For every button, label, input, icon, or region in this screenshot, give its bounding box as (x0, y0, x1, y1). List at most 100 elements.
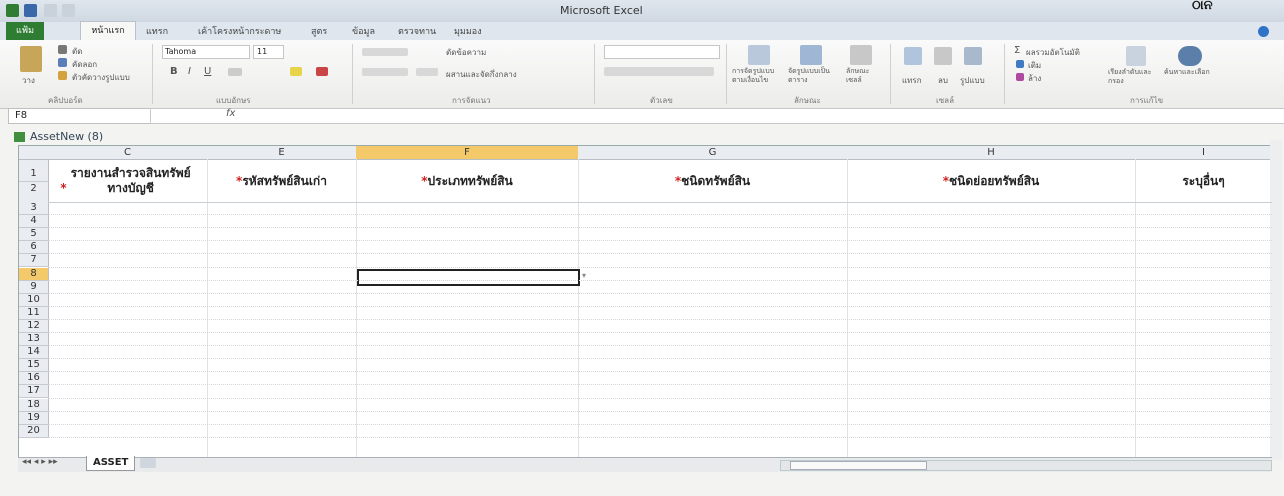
sort-filter-button[interactable]: เรียงลำดับและกรอง (1108, 68, 1158, 86)
header-cell-f[interactable]: * ประเภททรัพย์สิน (356, 160, 578, 202)
row-header-19[interactable]: 19 (19, 411, 49, 425)
row-header-14[interactable]: 14 (19, 346, 49, 360)
row-header-1[interactable]: 1 (19, 160, 49, 182)
font-size-select[interactable]: 11 (253, 45, 284, 59)
tab-insert[interactable]: แทรก (146, 24, 168, 38)
column-header-f[interactable]: F (356, 146, 579, 160)
row-header-15[interactable]: 15 (19, 359, 49, 373)
borders-icon[interactable] (228, 68, 242, 76)
column-header-e[interactable]: E (207, 146, 357, 160)
font-color-icon[interactable] (316, 67, 328, 76)
fill-color-icon[interactable] (290, 67, 302, 76)
paste-button[interactable]: วาง (22, 74, 35, 87)
clear-icon[interactable] (1016, 73, 1024, 81)
header-cell-c[interactable]: *รายงานสำรวจสินทรัพย์ทางบัญชี (48, 160, 207, 202)
insert-cells-button[interactable]: แทรก (902, 74, 922, 87)
tab-page-layout[interactable]: เค้าโครงหน้ากระดาษ (198, 24, 281, 38)
sheet-nav-arrows-icon[interactable]: ◂◂ ◂ ▸ ▸▸ (22, 457, 58, 467)
row-header-9[interactable]: 9 (19, 280, 49, 294)
find-select-icon[interactable] (1178, 46, 1202, 66)
copy-button[interactable]: คัดลอก (72, 58, 97, 71)
redo-icon[interactable] (62, 4, 75, 17)
row-header-10[interactable]: 10 (19, 293, 49, 307)
number-buttons-icon[interactable] (604, 67, 714, 76)
header-cell-g[interactable]: * ชนิดทรัพย์สิน (578, 160, 847, 202)
tab-view[interactable]: มุมมอง (454, 24, 482, 38)
format-cells-button[interactable]: รูปแบบ (960, 74, 985, 87)
header-cell-h[interactable]: * ชนิดย่อยทรัพย์สิน (847, 160, 1135, 202)
wrap-text-button[interactable]: ตัดข้อความ (446, 46, 486, 59)
row-header-5[interactable]: 5 (19, 228, 49, 242)
fx-label[interactable]: fx (226, 108, 235, 119)
save-icon[interactable] (24, 4, 37, 17)
row-header-8[interactable]: 8 (19, 267, 49, 281)
insert-cells-icon[interactable] (904, 47, 922, 65)
align-top-icon[interactable] (362, 48, 408, 56)
help-icon[interactable] (1258, 26, 1269, 37)
row-header-18[interactable]: 18 (19, 398, 49, 412)
sigma-icon[interactable]: Σ (1014, 45, 1020, 56)
align-left-icon[interactable] (362, 68, 408, 76)
bold-button[interactable]: B (170, 66, 178, 77)
column-header-i[interactable]: I (1135, 146, 1272, 160)
merge-center-button[interactable]: ผสานและจัดกึ่งกลาง (446, 68, 517, 81)
paste-icon[interactable] (20, 46, 42, 72)
column-header-h[interactable]: H (847, 146, 1136, 160)
number-format-select[interactable] (604, 45, 720, 59)
format-cells-icon[interactable] (964, 47, 982, 65)
row-header-4[interactable]: 4 (19, 215, 49, 229)
format-as-table-icon[interactable] (800, 45, 822, 65)
format-painter-button[interactable]: ตัวคัดวางรูปแบบ (72, 71, 130, 84)
row-header-13[interactable]: 13 (19, 333, 49, 347)
tab-review[interactable]: ตรวจทาน (398, 24, 436, 38)
row-header-2[interactable]: 2 (19, 182, 49, 203)
sheet-tab-asset[interactable]: ASSET (86, 456, 136, 471)
delete-cells-icon[interactable] (934, 47, 952, 65)
italic-button[interactable]: I (188, 66, 191, 77)
select-all-corner[interactable] (19, 146, 49, 160)
new-sheet-icon[interactable] (140, 458, 156, 468)
autosum-button[interactable]: ผลรวมอัตโนมัติ (1026, 46, 1080, 59)
row-header-17[interactable]: 17 (19, 385, 49, 399)
tab-file[interactable]: แฟ้ม (6, 22, 44, 40)
underline-button[interactable]: U (204, 66, 211, 77)
find-select-button[interactable]: ค้นหาและเลือก (1164, 68, 1216, 77)
undo-icon[interactable] (44, 4, 57, 17)
column-header-c[interactable]: C (48, 146, 208, 160)
sort-filter-icon[interactable] (1126, 46, 1146, 66)
indent-icon[interactable] (416, 68, 438, 76)
cell-styles-button[interactable]: ลักษณะเซลล์ (846, 67, 880, 85)
horizontal-scroll-thumb[interactable] (790, 461, 927, 470)
formula-input[interactable] (150, 108, 1284, 124)
row-header-7[interactable]: 7 (19, 254, 49, 268)
clear-button[interactable]: ล้าง (1028, 72, 1041, 85)
fill-button[interactable]: เติม (1028, 59, 1041, 72)
excel-app-icon[interactable] (6, 4, 19, 17)
header-cell-i[interactable]: ระบุอื่นๆ (1135, 160, 1272, 202)
font-name-select[interactable]: Tahoma (162, 45, 250, 59)
conditional-formatting-icon[interactable] (748, 45, 770, 65)
format-as-table-button[interactable]: จัดรูปแบบเป็นตาราง (788, 67, 838, 85)
cut-icon[interactable] (58, 45, 67, 54)
row-header-16[interactable]: 16 (19, 372, 49, 386)
cell-styles-icon[interactable] (850, 45, 872, 65)
column-header-g[interactable]: G (578, 146, 848, 160)
delete-cells-button[interactable]: ลบ (938, 74, 948, 87)
fill-icon[interactable] (1016, 60, 1024, 68)
tab-formulas[interactable]: สูตร (311, 24, 327, 38)
header-cell-e[interactable]: * รหัสทรัพย์สินเก่า (207, 160, 356, 202)
copy-icon[interactable] (58, 58, 67, 67)
row-header-3[interactable]: 3 (19, 202, 49, 216)
tab-data[interactable]: ข้อมูล (352, 24, 375, 38)
row-header-20[interactable]: 20 (19, 424, 49, 438)
row-header-12[interactable]: 12 (19, 319, 49, 333)
conditional-formatting-button[interactable]: การจัดรูปแบบตามเงื่อนไข (732, 67, 784, 85)
row-header-6[interactable]: 6 (19, 241, 49, 255)
selected-cell-f8[interactable] (357, 269, 580, 286)
row-header-11[interactable]: 11 (19, 306, 49, 320)
vertical-scrollbar[interactable] (1270, 140, 1282, 460)
format-painter-icon[interactable] (58, 71, 67, 80)
cut-button[interactable]: ตัด (72, 45, 82, 58)
name-box[interactable]: F8 (8, 108, 156, 124)
tab-home[interactable]: หน้าแรก (80, 21, 136, 41)
